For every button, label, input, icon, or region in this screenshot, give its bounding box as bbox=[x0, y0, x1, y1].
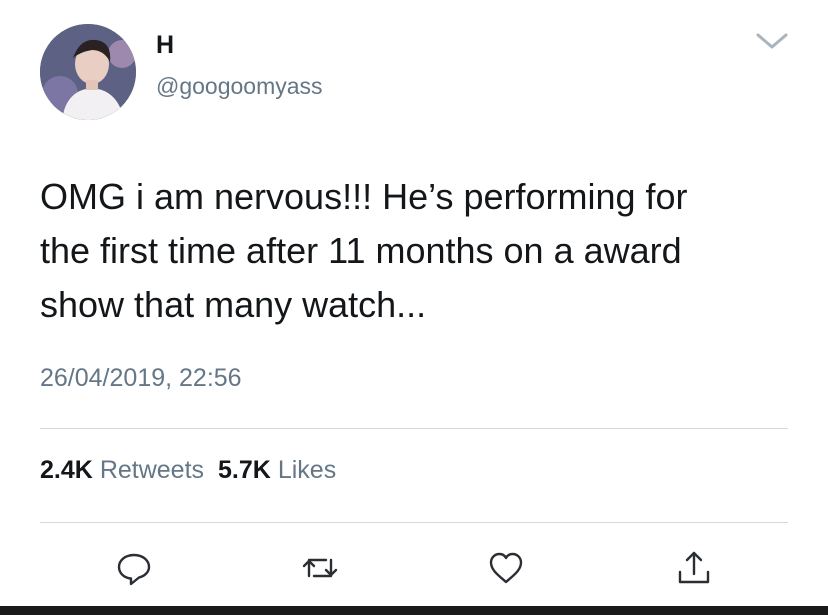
avatar-image bbox=[40, 24, 136, 120]
timestamp[interactable]: 26/04/2019, 22:56 bbox=[40, 362, 242, 394]
tweet-text: OMG i am nervous!!! He’s performing for … bbox=[40, 176, 688, 325]
reply-button[interactable] bbox=[114, 548, 154, 588]
retweet-icon bbox=[302, 558, 338, 578]
handle[interactable]: @googoomyass bbox=[156, 72, 323, 100]
retweets-stat[interactable]: 2.4K Retweets bbox=[40, 454, 204, 486]
likes-label: Likes bbox=[277, 456, 337, 484]
bottom-edge-bar bbox=[0, 606, 828, 615]
divider bbox=[40, 522, 788, 523]
likes-stat[interactable]: 5.7K Likes bbox=[218, 454, 336, 486]
chevron-down-icon[interactable] bbox=[752, 28, 792, 52]
tweet-stats: 2.4K Retweets 5.7K Likes bbox=[40, 454, 336, 486]
display-name[interactable]: H bbox=[156, 30, 174, 60]
retweet-button[interactable] bbox=[300, 548, 340, 588]
retweets-count: 2.4K bbox=[40, 456, 93, 484]
divider bbox=[40, 428, 788, 429]
likes-count: 5.7K bbox=[218, 456, 271, 484]
avatar[interactable] bbox=[40, 24, 136, 120]
share-button[interactable] bbox=[674, 548, 714, 588]
reply-icon bbox=[117, 553, 151, 586]
retweets-label: Retweets bbox=[99, 456, 205, 484]
share-icon bbox=[678, 551, 710, 584]
heart-icon bbox=[489, 552, 523, 584]
like-button[interactable] bbox=[486, 548, 526, 588]
